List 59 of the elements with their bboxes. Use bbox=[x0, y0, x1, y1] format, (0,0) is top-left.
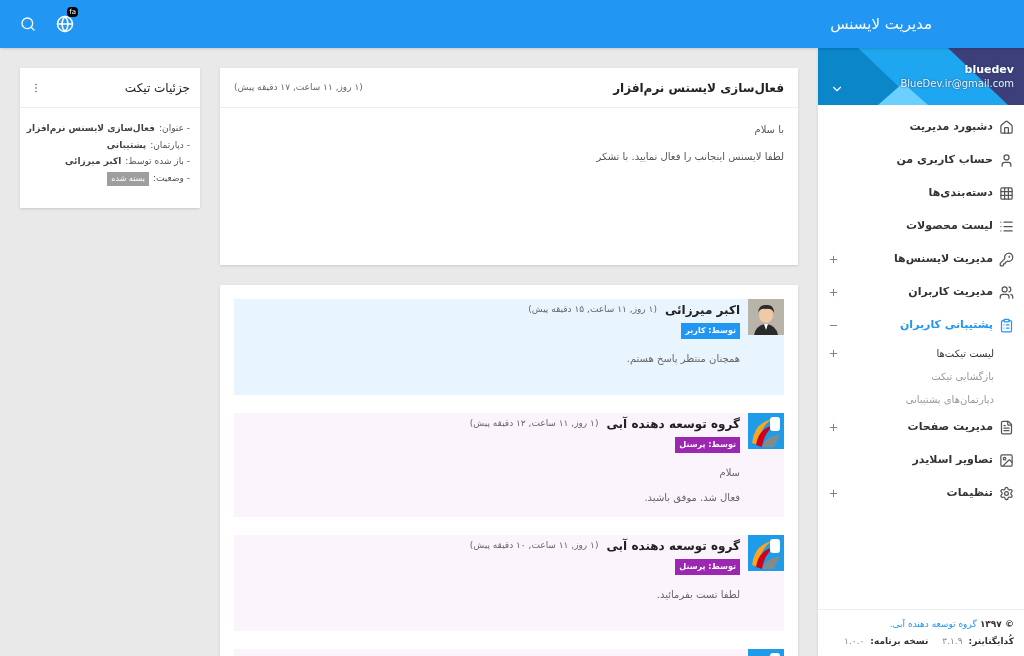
detail-label: - وضعیت: bbox=[152, 171, 190, 185]
menu-item[interactable]: دشبورد مدیریت bbox=[818, 111, 1024, 144]
document-icon bbox=[999, 420, 1014, 435]
ticket-title: فعال‌سازی لایسنس نرم‌افزار bbox=[613, 79, 784, 97]
reply-author: اکبر میرزائی bbox=[664, 302, 740, 319]
details-title: جزئیات تیکت bbox=[124, 79, 190, 97]
menu-item[interactable]: حساب کاربری من bbox=[818, 144, 1024, 177]
author-role-tag: توسط: پرسنل bbox=[675, 437, 740, 453]
plus-icon[interactable] bbox=[828, 348, 839, 359]
grid-icon bbox=[999, 186, 1014, 201]
status-tag: بسته شده bbox=[107, 171, 149, 186]
reply-time: (۱ روز, ۱۱ ساعت, ۱۵ دقیقه پیش) bbox=[528, 303, 657, 317]
menu-item[interactable]: مدیریت کاربران bbox=[818, 276, 1024, 309]
menu-item[interactable]: مدیریت لایسنس‌ها bbox=[818, 243, 1024, 276]
plus-icon[interactable] bbox=[828, 254, 839, 265]
list-icon bbox=[999, 219, 1014, 234]
submenu-item[interactable]: لیست تیکت‌ها bbox=[818, 342, 1024, 365]
reply-time: (۱ روز, ۱۱ ساعت, ۱۲ دقیقه پیش) bbox=[469, 417, 599, 431]
detail-label: - عنوان: bbox=[159, 122, 190, 135]
coder-label: کُدایگناینر: bbox=[968, 634, 1014, 648]
app-title: مدیریت لایسنس bbox=[830, 13, 932, 35]
person-icon bbox=[999, 153, 1014, 168]
plus-icon[interactable] bbox=[828, 422, 839, 433]
reply-message: لطفا تست بفرمائید. bbox=[656, 588, 740, 602]
ticket-message: لطفا لایسنس اینجانب را فعال نمایید. با تشکر bbox=[595, 150, 784, 164]
reply-message: فعال شد. موفق باشید. bbox=[644, 491, 740, 505]
author-role-tag: توسط: پرسنل bbox=[675, 559, 740, 575]
menu-item[interactable]: تنظیمات bbox=[818, 477, 1024, 510]
coder-version: ۳.۱.۹ bbox=[942, 634, 963, 648]
app-version: ۱.۰.۰ bbox=[844, 634, 865, 648]
app-version-label: نسخه برنامه: bbox=[870, 634, 929, 648]
reply-message: سلام bbox=[718, 466, 740, 480]
detail-value: پشتیبانی bbox=[106, 138, 147, 152]
gear-icon bbox=[999, 486, 1014, 501]
plus-icon[interactable] bbox=[828, 488, 839, 499]
reply-author: گروه توسعه دهنده آبی bbox=[606, 415, 740, 433]
reply-author: گروه توسعه دهنده آبی bbox=[606, 537, 740, 555]
clipboard-icon bbox=[999, 318, 1014, 333]
people-icon bbox=[999, 285, 1014, 300]
menu-item[interactable]: تصاویر اسلایدر bbox=[818, 444, 1024, 477]
image-icon bbox=[999, 453, 1014, 468]
reply-message: همچنان منتظر پاسخ هستم. bbox=[626, 352, 740, 366]
menu-item[interactable]: لیست محصولات bbox=[818, 210, 1024, 243]
language-button[interactable] bbox=[56, 15, 74, 33]
copyright-text: © ۱۳۹۷ گروه توسعه دهنده آبی. bbox=[888, 618, 1014, 631]
author-role-tag: توسط: کاربر bbox=[681, 323, 740, 339]
plus-icon[interactable] bbox=[828, 287, 839, 298]
detail-value: فعال‌سازی لایسنس نرم‌افزار bbox=[26, 122, 155, 136]
detail-label: - باز شده توسط: bbox=[125, 155, 190, 168]
menu-item[interactable]: مدیریت صفحات bbox=[818, 411, 1024, 444]
key-icon bbox=[999, 252, 1014, 267]
menu-item[interactable]: دسته‌بندی‌ها bbox=[818, 177, 1024, 210]
detail-value: اکبر میرزائی bbox=[65, 155, 122, 169]
home-icon bbox=[999, 120, 1014, 135]
detail-label: - دپارتمان: bbox=[150, 138, 190, 152]
reply-time: (۱ روز, ۱۱ ساعت, ۱۰ دقیقه پیش) bbox=[469, 539, 599, 553]
search-button[interactable] bbox=[20, 16, 36, 32]
ticket-time: (۱ روز, ۱۱ ساعت, ۱۷ دقیقه پیش) bbox=[234, 80, 363, 94]
ticket-message: با سلام bbox=[753, 123, 784, 137]
